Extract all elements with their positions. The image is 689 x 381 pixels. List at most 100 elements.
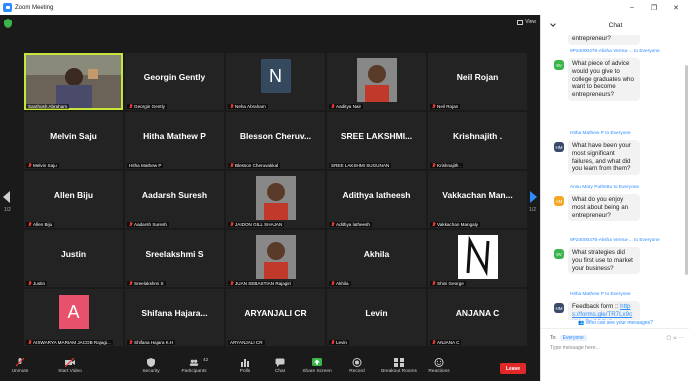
participant-grid: Santhosh Abraham Georgin Gently Georgin Ge…	[24, 53, 527, 358]
participant-display-name: SREE LAKSHMI...	[340, 131, 413, 141]
muted-mic-icon	[432, 163, 436, 168]
minimize-button[interactable]: –	[622, 0, 642, 15]
file-icon[interactable]: ▢	[666, 335, 671, 341]
participant-tile[interactable]: JAIDON GILL SHAJAN	[226, 171, 325, 228]
participant-tile[interactable]: Hitha Mathew P Hitha Mathew P	[125, 112, 224, 169]
participant-tile[interactable]: Adithya latheesh Adithya latheesh	[327, 171, 426, 228]
sender-avatar: AM	[554, 196, 564, 206]
video-off-icon	[65, 358, 75, 367]
page-indicator-left: 1/2	[4, 207, 11, 213]
participant-display-name: Neil Rojan	[456, 72, 499, 82]
muted-mic-icon	[331, 104, 335, 109]
message-bubble: What piece of advice would you give to c…	[568, 58, 640, 101]
participant-name-label: Aaditya Nair	[329, 104, 364, 109]
participant-name-label: Neha Abraham	[228, 104, 268, 109]
window-title: Zoom Meeting	[15, 4, 54, 11]
participant-display-name: Adithya latheesh	[342, 190, 411, 200]
participant-tile[interactable]: Sreelakshmi S Sreelakshmi S	[125, 230, 224, 287]
participant-tile[interactable]: N Neha Abraham	[226, 53, 325, 110]
participant-tile[interactable]: Georgin Gently Georgin Gently	[125, 53, 224, 110]
participant-tile[interactable]: Neil Rojan Neil Rojan	[428, 53, 527, 110]
record-button[interactable]: Record	[339, 358, 375, 374]
muted-mic-icon	[230, 104, 234, 109]
participant-tile[interactable]: A AISWARYA MARIAM JACOB Rajagi...	[24, 289, 123, 346]
view-button[interactable]: View	[517, 19, 536, 25]
participant-tile[interactable]: ANJANA C ANJANA C	[428, 289, 527, 346]
close-button[interactable]: ✕	[666, 0, 686, 15]
participant-tile[interactable]: Akhila Akhila	[327, 230, 426, 287]
sender-avatar: 9V	[554, 60, 564, 70]
chat-icon	[275, 358, 285, 367]
next-page-arrow[interactable]	[530, 191, 537, 203]
participant-tile[interactable]: Shifana Hajara... Shifana Hajara K.H	[125, 289, 224, 346]
participant-display-name: Shifana Hajara...	[141, 308, 208, 318]
participant-tile[interactable]: Krishnajith . Krishnajith .	[428, 112, 527, 169]
unmute-button[interactable]: Unmute	[2, 358, 38, 374]
chat-scrollbar[interactable]	[685, 65, 688, 275]
participant-name-label: Vakkachan Mangaly	[430, 222, 481, 227]
recipient-everyone[interactable]: Everyone	[559, 335, 587, 341]
participant-name-label: Neil Rojan	[430, 104, 461, 109]
participant-tile[interactable]: SREE LAKSHMI... SREE LAKSHMI SUGUNAN	[327, 112, 426, 169]
participant-video	[26, 55, 121, 108]
message-sender: 9P24000476-Alisha Verma-... to Everyone	[570, 49, 660, 54]
share-screen-icon	[312, 358, 322, 366]
participant-display-name: Sreelakshmi S	[145, 249, 204, 259]
polls-button[interactable]: Polls	[227, 358, 263, 374]
muted-mic-icon	[129, 340, 133, 345]
participant-tile[interactable]: Blesson Cheruv... Blesson Cheruvakkal	[226, 112, 325, 169]
emoji-icon[interactable]: ☺	[673, 335, 678, 341]
participant-tile[interactable]: Allen Biju Allen Biju	[24, 171, 123, 228]
participant-name-label: ANJANA C	[430, 340, 462, 345]
participant-tile[interactable]: JUAN SEBASTIAN Rajagiri	[226, 230, 325, 287]
chat-header: Chat	[541, 15, 689, 35]
participant-photo	[255, 235, 296, 279]
chat-button[interactable]: Chat	[262, 358, 298, 374]
share-screen-button[interactable]: Share Screen	[299, 358, 335, 374]
shield-icon[interactable]	[4, 19, 12, 28]
participant-tile[interactable]: Levin Levin	[327, 289, 426, 346]
reactions-button[interactable]: Reactions	[421, 358, 457, 374]
participant-tile[interactable]: Shini George	[428, 230, 527, 287]
message-bubble: What do you enjoy most about being an en…	[568, 194, 640, 222]
participant-display-name: Melvin Saju	[50, 131, 97, 141]
participant-display-name: ARYANJALI CR	[244, 308, 307, 318]
participant-tile[interactable]: Aaditya Nair	[327, 53, 426, 110]
participant-name-label: Akhila	[329, 281, 351, 286]
more-icon[interactable]: ···	[679, 335, 684, 341]
recipient-selector[interactable]: To: Everyone	[550, 335, 587, 341]
participant-tile[interactable]: Melvin Saju Melvin Saju	[24, 112, 123, 169]
who-can-see-link[interactable]: 👥 Who can see your messages?	[541, 320, 689, 326]
participant-name-label: Georgin Gently	[127, 104, 167, 109]
message-sender: Ansu Mary Puthettu to Everyone	[570, 185, 640, 190]
participant-tile[interactable]: Santhosh Abraham	[24, 53, 123, 110]
participant-name-label: JAIDON GILL SHAJAN	[228, 222, 285, 227]
breakout-rooms-button[interactable]: Breakout Rooms	[378, 358, 420, 374]
muted-mic-icon	[28, 222, 32, 227]
security-button[interactable]: Security	[133, 358, 169, 374]
leave-button[interactable]: Leave	[500, 363, 526, 374]
grid-icon	[517, 19, 524, 25]
muted-mic-icon	[28, 163, 32, 168]
start-video-button[interactable]: Start Video	[52, 358, 88, 374]
maximize-button[interactable]: ❐	[644, 0, 664, 15]
participant-tile[interactable]: Vakkachan Man... Vakkachan Mangaly	[428, 171, 527, 228]
chevron-down-icon[interactable]	[550, 21, 556, 27]
participant-tile[interactable]: Aadarsh Suresh Aadarsh Suresh	[125, 171, 224, 228]
sender-avatar: HM	[554, 303, 564, 313]
breakout-rooms-icon	[394, 358, 404, 367]
participant-display-name: Blesson Cheruv...	[239, 131, 312, 141]
participant-tile[interactable]: ARYANJALI CR ARYANJALI CR	[226, 289, 325, 346]
participant-name-label: Aadarsh Suresh	[127, 222, 169, 227]
participant-name-label: JUAN SEBASTIAN Rajagiri	[228, 281, 293, 286]
message-input[interactable]: Type message here...	[550, 345, 600, 351]
previous-page-arrow[interactable]	[3, 191, 10, 203]
muted-mic-icon	[28, 281, 32, 286]
participant-avatar-letter: A	[58, 295, 89, 329]
participant-name-label: Santhosh Abraham	[26, 104, 70, 109]
muted-mic-icon	[331, 281, 335, 286]
people-icon: 👥	[578, 320, 586, 326]
muted-mic-icon	[129, 222, 133, 227]
sender-avatar: HM	[554, 142, 564, 152]
participant-tile[interactable]: Justin Justin	[24, 230, 123, 287]
